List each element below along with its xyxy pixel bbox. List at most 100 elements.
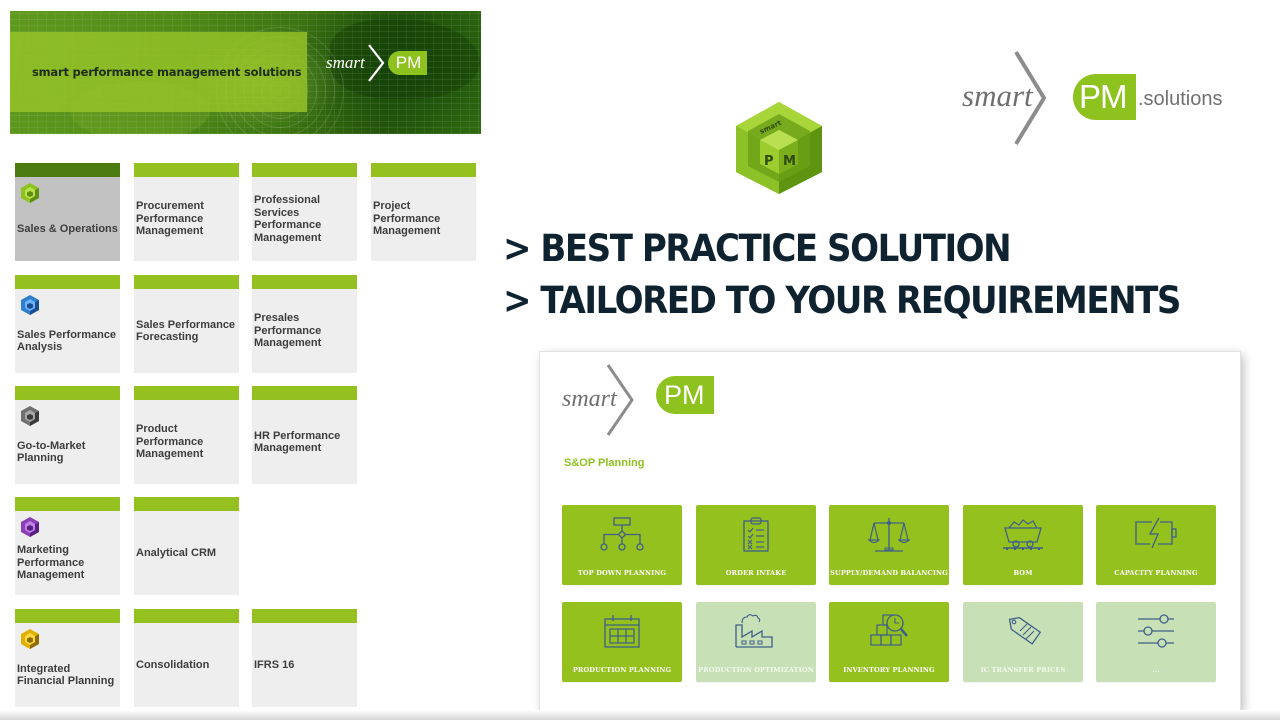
module-tile[interactable]: Professional Services Performance Manage… bbox=[252, 163, 357, 261]
calendar-icon bbox=[604, 615, 640, 648]
module-tile[interactable]: Procurement Performance Management bbox=[134, 163, 239, 261]
app-tile-label: IC TRANSFER PRICES bbox=[980, 666, 1066, 674]
hex-cube-purple-icon bbox=[21, 517, 39, 537]
tile-accent-bar bbox=[252, 275, 357, 289]
module-tile[interactable]: Integrated Financial Planning bbox=[15, 609, 120, 707]
tile-accent-bar bbox=[134, 497, 239, 511]
tile-accent-bar bbox=[15, 609, 120, 623]
app-logo: smart PM bbox=[562, 362, 742, 436]
module-tile-label: Marketing Performance Management bbox=[17, 544, 85, 582]
module-tile-label: Analytical CRM bbox=[136, 546, 217, 559]
app-tile[interactable]: PRODUCTION OPTIMIZATION bbox=[696, 602, 816, 682]
module-tile-label: Professional Services Performance Manage… bbox=[254, 194, 322, 244]
app-tile[interactable]: BOM bbox=[963, 505, 1083, 585]
module-tile[interactable]: Presales Performance Management bbox=[252, 275, 357, 373]
app-tile[interactable]: INVENTORY PLANNING bbox=[829, 602, 949, 682]
module-tile[interactable]: Analytical CRM bbox=[134, 497, 239, 595]
hierarchy-icon bbox=[600, 517, 644, 551]
logo-pm-badge: PM bbox=[387, 51, 428, 75]
tile-accent-bar bbox=[134, 386, 239, 400]
smartpm-cube-icon: smart P M bbox=[736, 102, 822, 194]
app-tile-label: INVENTORY PLANNING bbox=[843, 666, 935, 674]
headline: > BEST PRACTICE SOLUTION > TAILORED TO Y… bbox=[503, 223, 1181, 327]
app-tile-label: PRODUCTION PLANNING bbox=[572, 666, 672, 674]
sop-app-panel: smart PM S&OP Planning TOP DOWN PLANNING… bbox=[540, 352, 1240, 712]
hex-cube-gold-icon bbox=[21, 629, 39, 649]
app-tile-label: TOP DOWN PLANNING bbox=[577, 569, 667, 577]
brand-pm-badge: PM bbox=[1073, 74, 1136, 120]
module-tile[interactable]: Sales & Operations bbox=[15, 163, 120, 261]
tile-accent-bar bbox=[371, 163, 476, 177]
tile-accent-bar bbox=[15, 275, 120, 289]
module-tile-label: Product Performance Management bbox=[136, 423, 204, 461]
app-tile[interactable]: ... bbox=[1096, 602, 1216, 682]
module-tile-label: Sales Performance Forecasting bbox=[136, 318, 236, 344]
module-tile[interactable]: Consolidation bbox=[134, 609, 239, 707]
chevron-right-icon bbox=[367, 44, 385, 82]
app-tile[interactable]: CAPACITY PLANNING bbox=[1096, 505, 1216, 585]
module-tile-label: IFRS 16 bbox=[254, 658, 295, 671]
scales-icon bbox=[867, 518, 911, 552]
tile-accent-bar bbox=[134, 609, 239, 623]
module-tile-label: Project Performance Management bbox=[373, 200, 441, 238]
banner-tagline: smart performance management solutions bbox=[32, 65, 302, 79]
tagline-box: smart performance management solutions bbox=[10, 32, 307, 112]
app-tile-label: CAPACITY PLANNING bbox=[1114, 569, 1198, 577]
chevron-right-icon bbox=[1014, 50, 1047, 146]
app-tile-label: SUPPLY/DEMAND BALANCING bbox=[830, 569, 948, 577]
module-tile[interactable]: HR Performance Management bbox=[252, 386, 357, 484]
module-tile-label: Go-to-Market Planning bbox=[17, 439, 86, 465]
module-tile-label: Sales & Operations bbox=[17, 222, 118, 235]
banner-logo: smart PM bbox=[326, 43, 428, 83]
factory-icon bbox=[735, 614, 773, 648]
hex-cube-gray-icon bbox=[21, 406, 39, 426]
app-tile[interactable]: IC TRANSFER PRICES bbox=[963, 602, 1083, 682]
hex-cube-green-icon bbox=[21, 183, 39, 203]
mine-cart-icon bbox=[1003, 519, 1043, 550]
tile-accent-bar bbox=[252, 163, 357, 177]
module-tile-label: Consolidation bbox=[136, 658, 210, 671]
headline-line-2: > TAILORED TO YOUR REQUIREMENTS bbox=[503, 279, 1181, 322]
tile-accent-bar bbox=[15, 386, 120, 400]
price-tag-icon bbox=[1008, 616, 1042, 645]
app-tile-label: ... bbox=[1152, 666, 1160, 674]
module-tile-label: Integrated Financial Planning bbox=[17, 662, 115, 688]
header-banner: smart performance management solutions s… bbox=[10, 11, 481, 134]
app-tile[interactable]: PRODUCTION PLANNING bbox=[562, 602, 682, 682]
brand-logo: smart PM .solutions bbox=[960, 48, 1250, 148]
app-tile[interactable]: SUPPLY/DEMAND BALANCING bbox=[829, 505, 949, 585]
app-tile-label: ORDER INTAKE bbox=[725, 569, 787, 577]
brand-suffix: .solutions bbox=[1138, 88, 1223, 110]
module-tile[interactable]: Sales Performance Forecasting bbox=[134, 275, 239, 373]
chevron-right-icon bbox=[606, 364, 634, 436]
module-tile[interactable]: IFRS 16 bbox=[252, 609, 357, 707]
module-tile-label: Procurement Performance Management bbox=[136, 200, 204, 238]
tile-accent-bar bbox=[252, 386, 357, 400]
module-tile[interactable]: Go-to-Market Planning bbox=[15, 386, 120, 484]
app-tile-label: BOM bbox=[1013, 569, 1033, 577]
tile-accent-bar bbox=[134, 275, 239, 289]
cube-p-text: P bbox=[764, 154, 774, 169]
module-tile[interactable]: Marketing Performance Management bbox=[15, 497, 120, 595]
cube-m-text: M bbox=[783, 154, 796, 169]
tile-accent-bar bbox=[134, 163, 239, 177]
hex-cube-blue-icon bbox=[21, 295, 39, 315]
app-tile[interactable]: ORDER INTAKE bbox=[696, 505, 816, 585]
clipboard-checklist-icon bbox=[743, 517, 769, 552]
app-logo-pm-badge: PM bbox=[656, 376, 714, 414]
tile-accent-bar bbox=[252, 609, 357, 623]
logo-smart-text: smart bbox=[326, 53, 365, 72]
module-tile-label: HR Performance Management bbox=[254, 429, 341, 455]
sliders-icon bbox=[1138, 614, 1174, 648]
module-tile-label: Sales Performance Analysis bbox=[17, 328, 117, 354]
section-title: S&OP Planning bbox=[564, 457, 645, 469]
tile-accent-bar bbox=[15, 163, 120, 177]
app-tile[interactable]: TOP DOWN PLANNING bbox=[562, 505, 682, 585]
module-tile-label: Presales Performance Management bbox=[254, 312, 322, 350]
headline-line-1: > BEST PRACTICE SOLUTION bbox=[503, 227, 1012, 270]
module-tile[interactable]: Project Performance Management bbox=[371, 163, 476, 261]
module-tile[interactable]: Sales Performance Analysis bbox=[15, 275, 120, 373]
boxes-search-icon bbox=[870, 614, 908, 646]
page-bottom-edge bbox=[0, 710, 1280, 720]
module-tile[interactable]: Product Performance Management bbox=[134, 386, 239, 484]
